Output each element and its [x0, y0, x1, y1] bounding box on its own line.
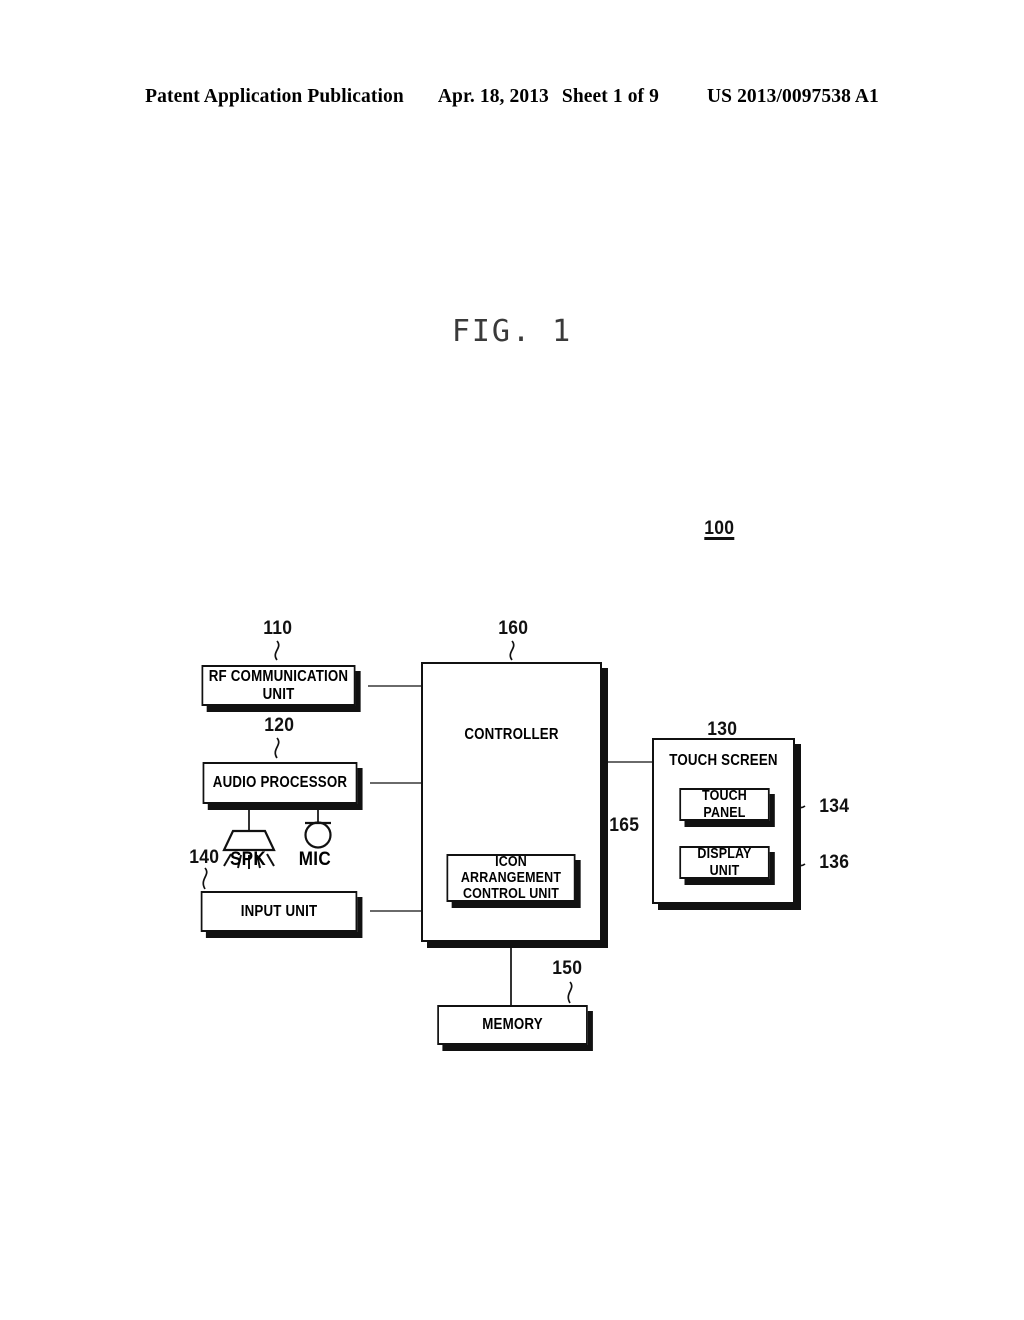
leader-110 — [274, 640, 280, 661]
block-audio-processor[interactable]: AUDIO PROCESSOR — [202, 762, 358, 804]
diagram-connectors — [202, 640, 806, 1006]
speaker-label: SPK — [229, 849, 266, 870]
block-touch-panel-label: TOUCH PANEL — [702, 788, 747, 821]
leader-120 — [274, 737, 280, 759]
block-rf-communication-unit[interactable]: RF COMMUNICATION UNIT — [201, 665, 356, 706]
refnum-controller: 160 — [498, 618, 529, 639]
block-touch-panel[interactable]: TOUCH PANEL — [679, 788, 770, 821]
block-input-unit[interactable]: INPUT UNIT — [200, 891, 358, 932]
refnum-display-unit: 136 — [819, 852, 850, 873]
refnum-icon-arrangement-control-unit: 165 — [609, 815, 640, 836]
leader-160 — [509, 640, 515, 661]
block-diagram: 100 110 RF COMMUNICATION UNIT 120 AUDIO … — [0, 0, 1024, 1320]
block-controller-label: CONTROLLER — [464, 726, 559, 743]
refnum-audio-processor: 120 — [264, 715, 295, 736]
block-display-unit-label: DISPLAY UNIT — [697, 846, 752, 879]
block-touch-screen-label: TOUCH SCREEN — [669, 752, 778, 769]
block-display-unit[interactable]: DISPLAY UNIT — [679, 846, 770, 879]
microphone-label: MIC — [298, 849, 331, 870]
refnum-touch-panel: 134 — [819, 796, 850, 817]
microphone-icon — [304, 821, 332, 849]
block-icon-arrangement-control-unit-label: ICON ARRANGEMENT CONTROL UNIT — [460, 853, 562, 903]
block-audio-processor-label: AUDIO PROCESSOR — [212, 774, 348, 792]
block-touch-screen[interactable]: TOUCH SCREEN TOUCH PANEL DISPLAY UNIT — [652, 738, 795, 904]
refnum-memory: 150 — [552, 958, 583, 979]
block-icon-arrangement-control-unit[interactable]: ICON ARRANGEMENT CONTROL UNIT — [446, 853, 576, 903]
refnum-rf-communication-unit: 110 — [263, 618, 293, 639]
block-input-unit-label: INPUT UNIT — [240, 902, 318, 920]
refnum-system-100: 100 — [704, 518, 735, 539]
leader-140 — [202, 867, 208, 890]
leader-150 — [567, 981, 573, 1004]
block-memory-label: MEMORY — [482, 1016, 543, 1034]
block-controller[interactable]: CONTROLLER ICON ARRANGEMENT CONTROL UNIT — [421, 662, 602, 942]
refnum-input-unit: 140 — [189, 847, 220, 868]
block-rf-communication-unit-label: RF COMMUNICATION UNIT — [208, 668, 349, 703]
block-memory[interactable]: MEMORY — [437, 1005, 588, 1045]
